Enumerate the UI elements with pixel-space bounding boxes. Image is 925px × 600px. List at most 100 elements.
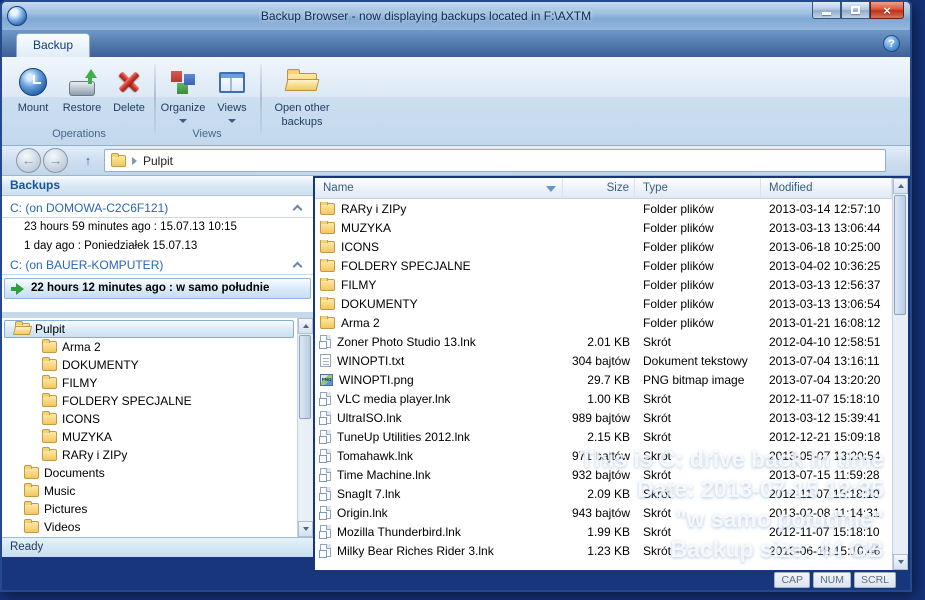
file-row[interactable]: Milky Bear Riches Rider 3.lnk 1.23 KB Sk…	[315, 541, 892, 560]
scroll-up-button[interactable]	[893, 178, 908, 194]
file-row[interactable]: DOKUMENTY Folder plików 2013-03-13 13:06…	[315, 294, 892, 313]
restore-button[interactable]: Restore	[58, 62, 106, 116]
scrollbar-thumb[interactable]	[299, 335, 311, 419]
collapse-chevron-icon[interactable]	[293, 205, 303, 215]
file-row[interactable]: Mozilla Thunderbird.lnk 1.99 KB Skrót 20…	[315, 522, 892, 541]
file-size: 971 bajtów	[563, 449, 635, 463]
file-modified: 2013-07-04 13:20:20	[761, 373, 892, 387]
file-row[interactable]: RARy i ZIPy Folder plików 2013-03-14 12:…	[315, 199, 892, 218]
tree-item[interactable]: Pulpit	[4, 320, 294, 338]
file-type: Folder plików	[635, 221, 761, 235]
file-row[interactable]: WINOPTI.png 29.7 KB PNG bitmap image 201…	[315, 370, 892, 389]
file-name: Origin.lnk	[337, 506, 388, 520]
tree-item-label: RARy i ZIPy	[62, 448, 127, 462]
backup-entry[interactable]: 23 hours 59 minutes ago : 15.07.13 10:15	[2, 218, 313, 237]
file-type: Skrót	[635, 468, 761, 482]
file-modified: 2013-05-07 13:20:54	[761, 449, 892, 463]
file-row[interactable]: FOLDERY SPECJALNE Folder plików 2013-04-…	[315, 256, 892, 275]
file-row[interactable]: Tomahawk.lnk 971 bajtów Skrót 2013-05-07…	[315, 446, 892, 465]
views-label: Views	[217, 102, 246, 116]
close-icon: ×	[883, 4, 891, 17]
status-ready: Ready	[2, 537, 313, 557]
file-row[interactable]: WINOPTI.txt 304 bajtów Dokument tekstowy…	[315, 351, 892, 370]
tree-item[interactable]: MUZYKA	[2, 428, 297, 446]
backups-panel-header: Backups	[2, 176, 313, 196]
file-row[interactable]: ICONS Folder plików 2013-06-18 10:25:00	[315, 237, 892, 256]
file-row[interactable]: Arma 2 Folder plików 2013-01-21 16:08:12	[315, 313, 892, 332]
backup-group-row[interactable]: C: (on BAUER-KOMPUTER)	[2, 256, 313, 275]
tree-scrollbar[interactable]	[297, 318, 313, 537]
tree-item-label: FOLDERY SPECJALNE	[62, 394, 192, 408]
file-type: Skrót	[635, 487, 761, 501]
tab-backup[interactable]: Backup	[16, 33, 90, 57]
file-list-scrollbar[interactable]	[892, 178, 908, 570]
app-icon[interactable]	[7, 6, 27, 26]
tree-item[interactable]: Documents	[2, 464, 297, 482]
folder-icon	[42, 395, 57, 407]
address-bar[interactable]: Pulpit	[104, 149, 886, 172]
open-other-backups-button[interactable]: Open other backups	[266, 62, 338, 130]
scroll-down-button[interactable]	[298, 521, 313, 537]
tree-item[interactable]: Arma 2	[2, 338, 297, 356]
tree-item[interactable]: RARy i ZIPy	[2, 446, 297, 464]
tree-item[interactable]: ICONS	[2, 410, 297, 428]
minimize-button[interactable]	[812, 2, 841, 19]
tree-item[interactable]: Music	[2, 482, 297, 500]
file-name-cell: Milky Bear Riches Rider 3.lnk	[315, 544, 563, 558]
file-row[interactable]: Time Machine.lnk 932 bajtów Skrót 2013-0…	[315, 465, 892, 484]
file-size: 1.00 KB	[563, 392, 635, 406]
maximize-icon	[851, 6, 860, 14]
file-row[interactable]: TuneUp Utilities 2012.lnk 2.15 KB Skrót …	[315, 427, 892, 446]
mount-button[interactable]: Mount	[10, 62, 56, 116]
delete-button[interactable]: Delete	[108, 62, 150, 116]
scroll-up-button[interactable]	[298, 318, 313, 334]
file-row[interactable]: Zoner Photo Studio 13.lnk 2.01 KB Skrót …	[315, 332, 892, 351]
file-row[interactable]: UltraISO.lnk 989 bajtów Skrót 2013-03-12…	[315, 408, 892, 427]
file-size: 1.99 KB	[563, 525, 635, 539]
restore-icon	[65, 65, 99, 99]
file-name: Mozilla Thunderbird.lnk	[337, 525, 461, 539]
file-modified: 2013-06-18 15:10:46	[761, 544, 892, 558]
file-row[interactable]: VLC media player.lnk 1.00 KB Skrót 2012-…	[315, 389, 892, 408]
file-name: ICONS	[341, 240, 379, 254]
organize-button[interactable]: Organize	[158, 62, 208, 123]
up-button[interactable]: ↑	[78, 151, 98, 171]
help-icon[interactable]: ?	[883, 35, 900, 52]
maximize-button[interactable]	[841, 2, 870, 19]
ribbon-separator	[154, 64, 156, 134]
tree-item[interactable]: DOKUMENTY	[2, 356, 297, 374]
tree-item[interactable]: FOLDERY SPECJALNE	[2, 392, 297, 410]
backup-entry[interactable]: 1 day ago : Poniedziałek 15.07.13	[2, 237, 313, 256]
collapse-chevron-icon[interactable]	[293, 262, 303, 272]
back-button[interactable]: ←	[16, 148, 41, 173]
file-name-cell: VLC media player.lnk	[315, 392, 563, 406]
backup-group-title[interactable]: C: (on DOMOWA-C2C6F121)	[10, 201, 294, 215]
scrollbar-thumb[interactable]	[894, 195, 906, 315]
breadcrumb[interactable]: Pulpit	[143, 154, 173, 168]
restore-label: Restore	[63, 102, 102, 116]
titlebar[interactable]: Backup Browser - now displaying backups …	[2, 2, 910, 30]
minimize-icon	[822, 12, 831, 15]
backup-group-title[interactable]: C: (on BAUER-KOMPUTER)	[10, 258, 294, 272]
backup-group-row[interactable]: C: (on DOMOWA-C2C6F121)	[2, 199, 313, 218]
views-button[interactable]: Views	[210, 62, 254, 123]
forward-button[interactable]: →	[43, 148, 68, 173]
file-row[interactable]: Origin.lnk 943 bajtów Skrót 2013-02-08 1…	[315, 503, 892, 522]
folder-icon	[42, 359, 57, 371]
column-header-modified[interactable]: Modified	[761, 178, 892, 198]
backup-entry-selected[interactable]: 22 hours 12 minutes ago : w samo południ…	[4, 278, 311, 299]
file-name: FILMY	[341, 278, 376, 292]
tree-item[interactable]: FILMY	[2, 374, 297, 392]
column-header-size[interactable]: Size	[563, 178, 635, 198]
column-header-type[interactable]: Type	[635, 178, 761, 198]
folder-icon	[320, 222, 335, 234]
tree-item[interactable]: Pictures	[2, 500, 297, 518]
close-button[interactable]: ×	[870, 2, 904, 19]
file-row[interactable]: SnagIt 7.lnk 2.09 KB Skrót 2012-11-07 15…	[315, 484, 892, 503]
column-header-name[interactable]: Name	[315, 178, 563, 198]
scroll-down-button[interactable]	[893, 554, 908, 570]
scroll-lock-indicator: SCRL	[854, 572, 896, 588]
file-row[interactable]: MUZYKA Folder plików 2013-03-13 13:06:44	[315, 218, 892, 237]
tree-item[interactable]: Videos	[2, 518, 297, 536]
file-row[interactable]: FILMY Folder plików 2013-03-13 12:56:37	[315, 275, 892, 294]
